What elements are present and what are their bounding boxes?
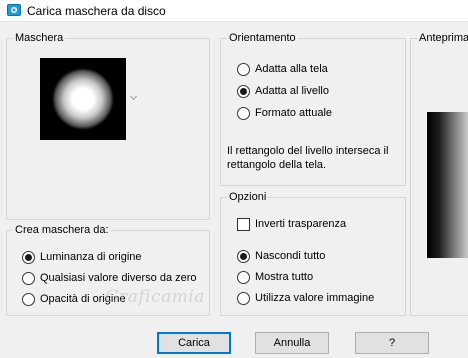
load-button[interactable]: Carica xyxy=(157,332,231,354)
mask-group-label: Maschera xyxy=(13,31,66,45)
radio-fit-canvas[interactable]: Adatta alla tela xyxy=(237,62,328,76)
radio-any-nonzero-label: Qualsiasi valore diverso da zero xyxy=(40,272,197,284)
watermark: Graficamia xyxy=(105,287,205,307)
radio-fit-layer[interactable]: Adatta al livello xyxy=(237,84,329,98)
radio-source-luminance-label: Luminanza di origine xyxy=(40,251,142,263)
radio-fit-layer-label: Adatta al livello xyxy=(255,85,329,97)
radio-icon[interactable] xyxy=(22,271,35,285)
orientation-group-label: Orientamento xyxy=(227,31,298,45)
mask-thumbnail[interactable] xyxy=(40,58,126,140)
options-group-label: Opzioni xyxy=(227,190,269,204)
checkbox-icon[interactable] xyxy=(237,217,250,231)
radio-icon[interactable] xyxy=(22,250,35,264)
preview-image xyxy=(427,112,468,258)
radio-icon[interactable] xyxy=(237,106,250,120)
radio-current-size-label: Formato attuale xyxy=(255,107,333,119)
invert-transparency-label: Inverti trasparenza xyxy=(255,218,347,230)
radio-icon[interactable] xyxy=(237,291,250,305)
radio-use-image-value[interactable]: Utilizza valore immagine xyxy=(237,291,374,305)
radio-source-luminance[interactable]: Luminanza di origine xyxy=(22,250,142,264)
radio-icon[interactable] xyxy=(22,292,35,306)
radio-icon[interactable] xyxy=(237,249,250,263)
preview-group-label: Anteprima xyxy=(417,31,468,45)
cancel-button[interactable]: Annulla xyxy=(255,332,329,354)
radio-hide-all[interactable]: Nascondi tutto xyxy=(237,249,325,263)
create-from-group-label: Crea maschera da: xyxy=(13,223,111,237)
radio-hide-all-label: Nascondi tutto xyxy=(255,250,326,262)
radio-show-all-label: Mostra tutto xyxy=(255,271,314,283)
invert-transparency-checkbox[interactable]: Inverti trasparenza xyxy=(237,217,346,231)
window-title: Carica maschera da disco xyxy=(27,4,166,18)
help-button[interactable]: ? xyxy=(355,332,429,354)
app-icon xyxy=(7,4,21,16)
radio-icon[interactable] xyxy=(237,270,250,284)
orientation-note: Il rettangolo del livello interseca il r… xyxy=(227,145,389,171)
title-bar: Carica maschera da disco xyxy=(0,0,468,22)
radio-current-size[interactable]: Formato attuale xyxy=(237,106,332,120)
radio-any-nonzero[interactable]: Qualsiasi valore diverso da zero xyxy=(22,271,197,285)
radio-icon[interactable] xyxy=(237,84,250,98)
radio-show-all[interactable]: Mostra tutto xyxy=(237,270,313,284)
radio-icon[interactable] xyxy=(237,62,250,76)
radio-fit-canvas-label: Adatta alla tela xyxy=(255,63,328,75)
radio-use-image-value-label: Utilizza valore immagine xyxy=(255,292,375,304)
